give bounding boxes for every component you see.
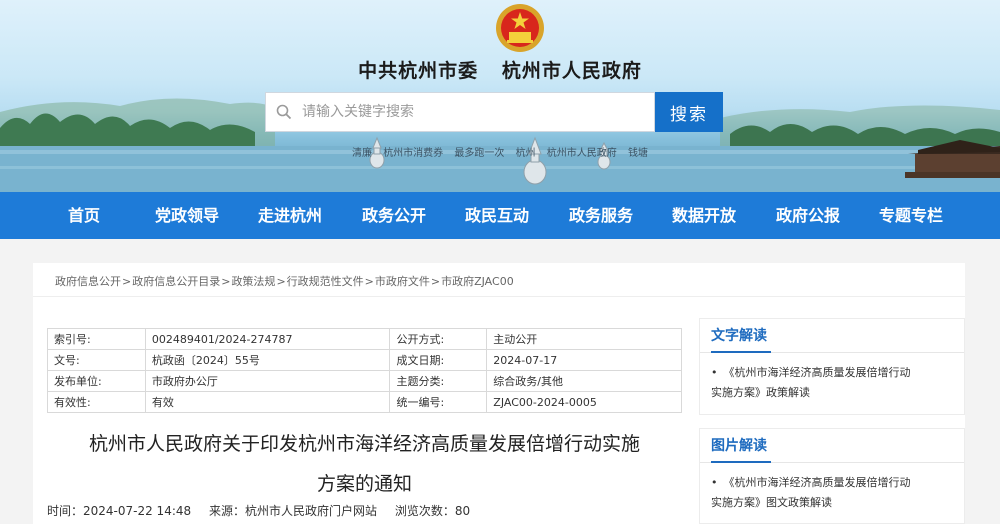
site-title: 中共杭州市委 杭州市人民政府	[0, 56, 1000, 83]
hot-word-link[interactable]: 钱塘	[628, 148, 648, 159]
nav-item-services[interactable]: 政务服务	[569, 192, 633, 239]
document-title: 杭州市人民政府关于印发杭州市海洋经济高质量发展倍增行动实施 方案的通知	[47, 424, 682, 504]
site-title-party: 中共杭州市委	[358, 60, 479, 82]
sidebar-text-reading: 文字解读 • 《杭州市海洋经济高质量发展倍增行动 实施方案》政策解读	[699, 318, 965, 415]
search-input[interactable]	[302, 94, 642, 130]
document-source: 来源：杭州市人民政府门户网站	[208, 504, 377, 518]
document-title-line: 杭州市人民政府关于印发杭州市海洋经济高质量发展倍增行动实施	[88, 433, 640, 455]
meta-value: 主动公开	[486, 328, 682, 350]
main-nav: 首页 党政领导 走进杭州 政务公开 政民互动 政务服务 数据开放 政府公报 专题…	[0, 192, 1000, 239]
nav-item-open-data[interactable]: 数据开放	[672, 192, 736, 239]
meta-value: 有效	[144, 391, 391, 413]
breadcrumb-link[interactable]: 政府信息公开目录	[132, 275, 220, 288]
sidebar-link-text: 《杭州市海洋经济高质量发展倍增行动	[723, 366, 911, 379]
nav-item-about-hangzhou[interactable]: 走进杭州	[258, 192, 322, 239]
hot-word-link[interactable]: 清廉	[352, 148, 372, 159]
breadcrumb-link[interactable]: 政策法规	[231, 275, 275, 288]
meta-value: ZJAC00-2024-0005	[486, 391, 682, 413]
meta-key: 发布单位:	[47, 370, 146, 392]
breadcrumb-link[interactable]: 市政府ZJAC00	[441, 275, 514, 288]
meta-key: 有效性:	[47, 391, 146, 413]
nav-item-topics[interactable]: 专题专栏	[879, 192, 943, 239]
header-banner: 中共杭州市委 杭州市人民政府 搜索 清廉 杭州市消费券 最多跑一次 杭州 杭州市…	[0, 0, 1000, 192]
meta-value: 002489401/2024-274787	[144, 328, 391, 350]
table-row: 发布单位: 市政府办公厅 主题分类: 综合政务/其他	[47, 370, 682, 392]
bullet-icon: •	[711, 366, 718, 379]
meta-value: 综合政务/其他	[486, 370, 682, 392]
breadcrumb-link[interactable]: 行政规范性文件	[287, 275, 364, 288]
meta-key: 成文日期:	[389, 349, 488, 371]
breadcrumb-link[interactable]: 市政府文件	[375, 275, 430, 288]
publish-time: 时间：2024-07-22 14:48	[47, 504, 192, 518]
search-box	[265, 92, 655, 132]
breadcrumb-divider	[33, 296, 965, 297]
nav-item-leadership[interactable]: 党政领导	[155, 192, 219, 239]
nav-item-interaction[interactable]: 政民互动	[465, 192, 529, 239]
nav-item-home[interactable]: 首页	[68, 192, 100, 239]
hot-word-link[interactable]: 杭州	[516, 148, 536, 159]
sidebar-link-text-reading[interactable]: • 《杭州市海洋经济高质量发展倍增行动 实施方案》政策解读	[700, 353, 964, 403]
document-info: 时间：2024-07-22 14:48 来源：杭州市人民政府门户网站 浏览次数：…	[47, 502, 484, 519]
table-row: 有效性: 有效 统一编号: ZJAC00-2024-0005	[47, 391, 682, 413]
breadcrumb-link[interactable]: 政府信息公开	[55, 275, 121, 288]
site-title-government: 杭州市人民政府	[501, 60, 642, 82]
meta-key: 索引号:	[47, 328, 146, 350]
nav-item-government-affairs[interactable]: 政务公开	[362, 192, 426, 239]
meta-key: 统一编号:	[389, 391, 488, 413]
sidebar-link-text: 《杭州市海洋经济高质量发展倍增行动	[723, 476, 911, 489]
hot-word-link[interactable]: 杭州市人民政府	[547, 148, 617, 159]
meta-value: 2024-07-17	[486, 349, 682, 371]
sidebar-link-text: 实施方案》政策解读	[711, 386, 810, 399]
meta-key: 文号:	[47, 349, 146, 371]
table-row: 文号: 杭政函〔2024〕55号 成文日期: 2024-07-17	[47, 349, 682, 371]
document-metadata-table: 索引号: 002489401/2024-274787 公开方式: 主动公开 文号…	[47, 328, 682, 413]
meta-value: 杭政函〔2024〕55号	[144, 349, 391, 371]
bullet-icon: •	[711, 476, 718, 489]
meta-key: 公开方式:	[389, 328, 488, 350]
national-emblem-icon	[496, 4, 544, 52]
search-icon	[266, 92, 302, 132]
nav-item-bulletin[interactable]: 政府公报	[776, 192, 840, 239]
sidebar-link-image-reading[interactable]: • 《杭州市海洋经济高质量发展倍增行动 实施方案》图文政策解读	[700, 463, 964, 513]
table-row: 索引号: 002489401/2024-274787 公开方式: 主动公开	[47, 328, 682, 350]
sidebar-link-text: 实施方案》图文政策解读	[711, 496, 832, 509]
search-button[interactable]: 搜索	[655, 92, 723, 132]
breadcrumb: 政府信息公开>政府信息公开目录>政策法规>行政规范性文件>市政府文件>市政府ZJ…	[55, 275, 514, 288]
hot-words: 清廉 杭州市消费券 最多跑一次 杭州 杭州市人民政府 钱塘	[352, 144, 656, 159]
hot-word-link[interactable]: 杭州市消费券	[383, 148, 443, 159]
hot-word-link[interactable]: 最多跑一次	[454, 148, 504, 159]
sidebar-heading: 文字解读	[700, 319, 964, 353]
meta-key: 主题分类:	[389, 370, 488, 392]
meta-value: 市政府办公厅	[144, 370, 391, 392]
sidebar-heading: 图片解读	[700, 429, 964, 463]
document-title-line: 方案的通知	[316, 473, 412, 495]
sidebar-image-reading: 图片解读 • 《杭州市海洋经济高质量发展倍增行动 实施方案》图文政策解读	[699, 428, 965, 524]
view-count: 浏览次数：80	[394, 504, 471, 518]
